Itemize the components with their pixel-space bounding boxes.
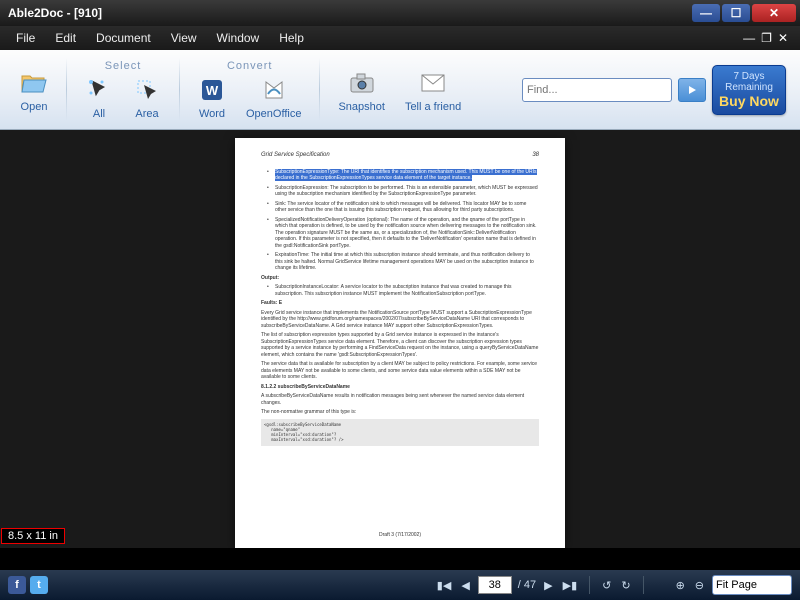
maximize-button[interactable]: ☐ [722,4,750,22]
page-header-right: 38 [532,152,539,160]
group-open: Open [6,52,62,127]
tell-label: Tell a friend [405,101,461,113]
facebook-button[interactable]: f [8,576,26,594]
cursor-all-icon [85,76,113,104]
body-text: SpecializedNotificationDeliveryOperation… [261,217,539,250]
separator [66,58,67,121]
buy-now-label: Buy Now [713,93,785,109]
separator [643,576,644,594]
last-page-button[interactable]: ▶▮ [561,579,580,592]
trial-days: 7 Days [713,71,785,82]
page-header-left: Grid Service Specification [261,152,330,160]
selected-text: SubscriptionExpressionType: The URI that… [275,169,537,182]
rotate-ccw-button[interactable]: ↺ [600,579,613,592]
next-page-button[interactable]: ▶ [542,579,554,592]
page-navigation: ▮◀ ◀ / 47 ▶ ▶▮ ↺ ↻ ⊕ ⊖ [435,575,792,595]
rotate-cw-button[interactable]: ↻ [619,579,632,592]
minimize-button[interactable]: — [692,4,720,22]
snapshot-button[interactable]: Snapshot [328,65,394,115]
openoffice-button[interactable]: OpenOffice [236,72,311,122]
menu-help[interactable]: Help [269,28,314,48]
mdi-restore-button[interactable]: ❐ [761,31,772,45]
convert-group-head: Convert [227,58,273,72]
find-input[interactable] [522,78,672,102]
body-text: The non-normative grammar of this type i… [261,409,539,416]
section-heading: 8.1.2.2 subscribeByServiceDataName [261,384,350,390]
body-text: Sink: The service locator of the notific… [261,201,539,214]
body-text: A subscribeByServiceDataName results in … [261,393,539,406]
social-buttons: f t [8,576,48,594]
open-button[interactable]: Open [10,65,58,115]
close-button[interactable]: ✕ [752,4,796,22]
separator [589,576,590,594]
oo-label: OpenOffice [246,108,301,120]
select-all-button[interactable]: All [75,72,123,122]
svg-text:W: W [206,83,219,98]
select-area-button[interactable]: Area [123,72,171,122]
title-bar: Able2Doc - [910] — ☐ ✕ [0,0,800,26]
open-label: Open [21,101,48,113]
find-area: 7 Days Remaining Buy Now [522,52,790,127]
body-text: SubscriptionInstanceLocator: A service l… [261,284,539,297]
area-label: Area [135,108,158,120]
separator [179,58,180,121]
zoom-select[interactable] [712,575,792,595]
page-number-input[interactable] [478,576,512,594]
faults-heading: Faults: E [261,300,282,306]
menu-file[interactable]: File [6,28,45,48]
mdi-close-button[interactable]: ✕ [778,31,788,45]
document-page: Grid Service Specification 38 Subscripti… [235,138,565,548]
output-heading: Output: [261,275,279,281]
zoom-out-button[interactable]: ⊖ [693,579,706,592]
find-go-button[interactable] [678,78,706,102]
buy-now-button[interactable]: 7 Days Remaining Buy Now [712,65,786,115]
menu-window[interactable]: Window [207,28,270,48]
folder-open-icon [20,69,48,97]
word-icon: W [198,76,226,104]
body-text: Every Grid service instance that impleme… [261,310,539,330]
trial-remaining: Remaining [713,82,785,93]
camera-icon [348,69,376,97]
window-controls: — ☐ ✕ [692,4,796,22]
body-text: The service data that is available for s… [261,361,539,381]
twitter-button[interactable]: t [30,576,48,594]
all-label: All [93,108,105,120]
code-block: <gsdl:subscribeByServiceDataName name="q… [261,419,539,446]
word-label: Word [199,108,225,120]
word-button[interactable]: W Word [188,72,236,122]
cursor-area-icon [133,76,161,104]
group-select: Select All Area [71,52,175,127]
body-text: ExpirationTime: The initial time at whic… [261,252,539,272]
play-icon [687,85,697,95]
select-group-head: Select [105,58,142,72]
group-convert: Convert W Word OpenOffice [184,52,315,127]
prev-page-button[interactable]: ◀ [459,579,471,592]
snapshot-label: Snapshot [338,101,384,113]
body-text: The list of subscription expression type… [261,332,539,358]
zoom-in-button[interactable]: ⊕ [674,579,687,592]
page-dimensions: 8.5 x 11 in [1,528,65,544]
first-page-button[interactable]: ▮◀ [435,579,454,592]
menu-edit[interactable]: Edit [45,28,86,48]
mdi-controls: — ❐ ✕ [743,31,794,45]
mdi-minimize-button[interactable]: — [743,31,755,45]
group-tools: Snapshot Tell a friend [324,52,475,127]
page-footer: Draft 3 (7/17/2002) [235,532,565,539]
page-total: / 47 [518,579,536,591]
toolbar-ribbon: Open Select All Area Convert [0,50,800,130]
menu-document[interactable]: Document [86,28,161,48]
openoffice-icon [260,76,288,104]
envelope-icon [419,69,447,97]
status-bar: f t ▮◀ ◀ / 47 ▶ ▶▮ ↺ ↻ ⊕ ⊖ [0,570,800,600]
document-viewport[interactable]: Grid Service Specification 38 Subscripti… [0,130,800,548]
separator [319,58,320,121]
tell-friend-button[interactable]: Tell a friend [395,65,471,115]
body-text: SubscriptionExpression: The subscription… [261,185,539,198]
window-title: Able2Doc - [910] [4,6,102,20]
menu-bar: File Edit Document View Window Help — ❐ … [0,26,800,50]
menu-view[interactable]: View [161,28,207,48]
